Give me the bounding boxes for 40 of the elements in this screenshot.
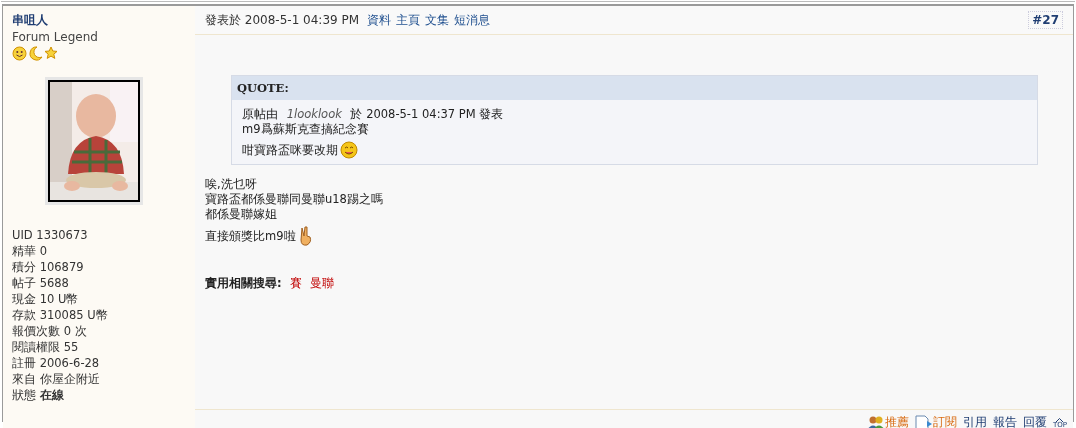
- profile-stat: 存款 310085 U幣: [12, 307, 109, 323]
- laughing-face-icon: [340, 141, 358, 159]
- star-icon: [44, 46, 58, 60]
- profile-stat: 現金 10 U幣: [12, 291, 80, 307]
- profile-stat: 積分 106879: [12, 259, 85, 275]
- reply-link[interactable]: 回覆: [1023, 414, 1047, 428]
- quote-text: m9爲蘇斯克查搞紀念賽: [242, 122, 369, 137]
- report-link[interactable]: 報告: [993, 414, 1017, 428]
- quote-byline: 原帖由 1looklook 於 2008-5-1 04:37 PM 發表: [242, 107, 505, 122]
- profile-link[interactable]: 主頁: [396, 11, 421, 29]
- profile-stat: 報價次數 0 次: [12, 323, 88, 339]
- quote-text: 咁寶路盃咪要改期: [242, 142, 338, 158]
- arrow-up-icon: [1055, 417, 1065, 422]
- people-icon: [867, 415, 885, 428]
- profile-stat: 帖子 5688: [12, 275, 70, 291]
- message-text: 寶路盃都係曼聯同曼聯u18踢之嗎: [205, 192, 383, 207]
- moon-icon: [28, 46, 43, 61]
- profile-link[interactable]: 短消息: [454, 11, 491, 29]
- profile-stat: 來自 你屋企附近: [12, 371, 101, 387]
- peace-hand-icon: [297, 226, 314, 246]
- author-name[interactable]: 串咀人: [12, 12, 186, 29]
- search-term-link[interactable]: 賽: [289, 276, 302, 291]
- profile-link[interactable]: 資料: [367, 11, 392, 29]
- message-text: 直接頒獎比m9啦: [205, 228, 296, 244]
- author-rank: Forum Legend: [12, 30, 99, 44]
- profile-stat: UID 1330673: [12, 227, 89, 243]
- profile-stat: 閱讀權限 55: [12, 339, 80, 355]
- profile-link[interactable]: 文集: [425, 11, 450, 29]
- quote-title: QUOTE:: [232, 76, 1037, 100]
- related-label: 實用相關搜尋:: [205, 276, 282, 291]
- profile-stat: 註冊 2006-6-28: [12, 355, 101, 371]
- post-date: 發表於 2008-5-1 04:39 PM: [205, 11, 360, 29]
- message-text: 唉,洗乜呀: [205, 177, 257, 192]
- smiley-icon: [12, 46, 27, 61]
- message-text: 都係曼聯嫁姐: [205, 207, 277, 222]
- search-term-link[interactable]: 曼聯: [309, 276, 334, 291]
- quote-link[interactable]: 引用: [963, 414, 987, 428]
- post-number[interactable]: #27: [1028, 11, 1063, 29]
- profile-stat: 狀態 在線: [12, 387, 65, 403]
- profile-stat: 精華 0: [12, 243, 48, 259]
